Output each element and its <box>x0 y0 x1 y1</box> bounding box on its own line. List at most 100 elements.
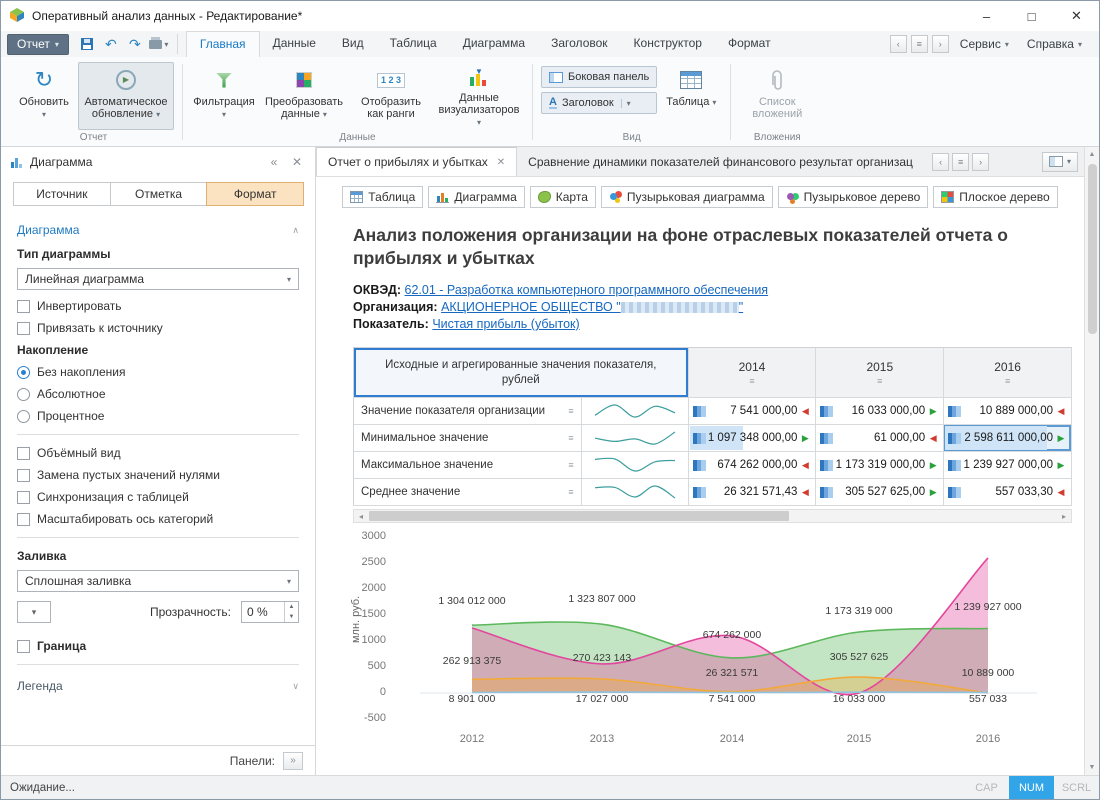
scroll-right-icon[interactable]: ▸ <box>1057 512 1071 521</box>
grid-value-cell[interactable]: 61 000,00◀ <box>816 425 944 452</box>
grid-year-header[interactable]: 2015≡ <box>816 348 944 398</box>
spin-down-icon[interactable]: ▼ <box>285 612 298 622</box>
panels-button[interactable]: » <box>283 752 303 770</box>
scrollbar-thumb[interactable] <box>1088 164 1097 334</box>
grid-value-cell[interactable]: 305 527 625,00▶ <box>816 479 944 506</box>
opacity-spinner[interactable]: 0 % ▲ ▼ <box>241 601 299 623</box>
ribbon-tab[interactable]: Вид <box>329 31 377 57</box>
grid-row-label[interactable]: Максимальное значение≡ <box>354 452 582 479</box>
grid-year-header[interactable]: 2014≡ <box>689 348 817 398</box>
checkbox-row[interactable]: Привязать к источнику <box>17 321 299 335</box>
table-view-button[interactable]: Таблица ▾ <box>660 62 722 130</box>
radio-row[interactable]: Без накопления <box>17 365 299 379</box>
checkbox-row[interactable]: Замена пустых значений нулями <box>17 468 299 482</box>
filter-icon[interactable]: ≡ <box>568 434 573 443</box>
grid-corner-header[interactable]: Исходные и агрегированные значения показ… <box>354 348 689 398</box>
spin-up-icon[interactable]: ▲ <box>285 602 298 612</box>
chevron-down-icon[interactable]: ▾ <box>621 99 631 108</box>
view-button-map[interactable]: Карта <box>530 186 596 208</box>
sidebar-tab[interactable]: Источник <box>13 182 111 206</box>
view-button-bubble-tree[interactable]: Пузырьковое дерево <box>778 186 929 208</box>
transform-data-button[interactable]: Преобразовать данные ▾ <box>260 62 348 130</box>
undo-button[interactable]: ↶ <box>101 34 121 54</box>
checkbox-row[interactable]: Инвертировать <box>17 299 299 313</box>
ribbon-tab[interactable]: Конструктор <box>621 31 715 57</box>
tab-scroll-left-button[interactable]: ‹ <box>932 153 949 171</box>
side-panel-toggle[interactable]: Боковая панель <box>541 66 657 88</box>
checkbox-row[interactable]: Объёмный вид <box>17 446 299 460</box>
horizontal-scrollbar[interactable]: ◂ ▸ <box>353 509 1072 523</box>
grid-value-cell[interactable]: 674 262 000,00◀ <box>689 452 817 479</box>
grid-value-cell[interactable]: 1 173 319 000,00▶ <box>816 452 944 479</box>
sidebar-tab[interactable]: Отметка <box>110 182 208 206</box>
tab-list-button[interactable]: ≡ <box>952 153 969 171</box>
sidebar-tab[interactable]: Формат <box>206 182 304 206</box>
grid-value-cell[interactable]: 26 321 571,43◀ <box>689 479 817 506</box>
document-tab[interactable]: Сравнение динамики показателей финансово… <box>517 147 924 176</box>
view-button-treemap[interactable]: Плоское дерево <box>933 186 1057 208</box>
border-checkbox-row[interactable]: Граница <box>17 639 299 653</box>
report-menu-button[interactable]: Отчет▾ <box>7 34 69 55</box>
scrollbar-thumb[interactable] <box>369 511 789 521</box>
filter-icon[interactable]: ≡ <box>1005 377 1010 386</box>
grid-value-cell[interactable]: 16 033 000,00▶ <box>816 398 944 425</box>
tab-scroll-right-button[interactable]: › <box>972 153 989 171</box>
grid-value-cell[interactable]: 1 097 348 000,00▶ <box>689 425 817 452</box>
close-icon[interactable]: ✕ <box>497 157 505 168</box>
grid-row-label[interactable]: Значение показателя организации≡ <box>354 398 582 425</box>
collapse-panel-button[interactable]: « <box>266 155 282 169</box>
grid-value-cell[interactable]: 10 889 000,00◀ <box>944 398 1072 425</box>
radio-row[interactable]: Процентное <box>17 409 299 423</box>
filter-icon[interactable]: ≡ <box>749 377 754 386</box>
filter-button[interactable]: Фильтрация ▾ <box>191 62 257 130</box>
filter-icon[interactable]: ≡ <box>568 461 573 470</box>
refresh-button[interactable]: ↻ Обновить ▾ <box>13 62 75 130</box>
close-button[interactable]: ✕ <box>1054 1 1099 31</box>
visualizer-data-button[interactable]: Данные визуализаторов ▾ <box>434 62 524 130</box>
print-button[interactable]: ▾ <box>149 34 169 54</box>
grid-value-cell[interactable]: 557 033,30◀ <box>944 479 1072 506</box>
grid-year-header[interactable]: 2016≡ <box>944 348 1072 398</box>
grid-value-cell[interactable]: 7 541 000,00◀ <box>689 398 817 425</box>
header-toggle[interactable]: A Заголовок ▾ <box>541 92 657 114</box>
scroll-left-icon[interactable]: ◂ <box>354 512 368 521</box>
scroll-up-icon[interactable]: ▲ <box>1089 147 1096 162</box>
section-chart-header[interactable]: Диаграмма ∧ <box>17 223 299 237</box>
ribbon-tab[interactable]: Таблица <box>377 31 450 57</box>
view-button-table[interactable]: Таблица <box>342 186 423 208</box>
radio-row[interactable]: Абсолютное <box>17 387 299 401</box>
ribbon-tab[interactable]: Главная <box>186 31 260 57</box>
vertical-scrollbar[interactable]: ▲ ▼ <box>1084 147 1099 775</box>
filter-icon[interactable]: ≡ <box>568 407 573 416</box>
minimize-button[interactable]: – <box>964 1 1009 31</box>
view-button-bubble-chart[interactable]: Пузырьковая диаграмма <box>601 186 773 208</box>
close-panel-button[interactable]: ✕ <box>289 155 305 169</box>
org-link[interactable]: АКЦИОНЕРНОЕ ОБЩЕСТВО "" <box>441 300 743 314</box>
grid-row-label[interactable]: Минимальное значение≡ <box>354 425 582 452</box>
help-menu[interactable]: Справка▾ <box>1020 37 1089 51</box>
okved-link[interactable]: 62.01 - Разработка компьютерного програм… <box>405 283 769 297</box>
chart-type-select[interactable]: Линейная диаграмма ▾ <box>17 268 299 290</box>
maximize-button[interactable]: □ <box>1009 1 1054 31</box>
ribbon-tab[interactable]: Формат <box>715 31 784 57</box>
scroll-right-button[interactable]: › <box>932 35 949 53</box>
grid-value-cell[interactable]: 1 239 927 000,00▶ <box>944 452 1072 479</box>
grid-row-label[interactable]: Среднее значение≡ <box>354 479 582 506</box>
layout-selector-button[interactable]: ▾ <box>1042 152 1078 172</box>
auto-refresh-button[interactable]: ▶ Автоматическое обновление ▾ <box>78 62 174 130</box>
indicator-link[interactable]: Чистая прибыль (убыток) <box>432 317 579 331</box>
checkbox-row[interactable]: Синхронизация с таблицей <box>17 490 299 504</box>
filter-icon[interactable]: ≡ <box>877 377 882 386</box>
ribbon-tab[interactable]: Заголовок <box>538 31 620 57</box>
grid-value-cell[interactable]: 2 598 611 000,00▶ <box>944 425 1072 452</box>
save-button[interactable] <box>77 34 97 54</box>
scroll-down-icon[interactable]: ▼ <box>1089 760 1096 775</box>
show-as-ranks-button[interactable]: 1 2 3 Отобразить как ранги <box>351 62 431 130</box>
ribbon-tab[interactable]: Диаграмма <box>450 31 538 57</box>
checkbox-row[interactable]: Масштабировать ось категорий <box>17 512 299 526</box>
filter-icon[interactable]: ≡ <box>568 488 573 497</box>
ribbon-tab[interactable]: Данные <box>260 31 329 57</box>
view-button-chart[interactable]: Диаграмма <box>428 186 524 208</box>
service-menu[interactable]: Сервис▾ <box>953 37 1016 51</box>
redo-button[interactable]: ↷ <box>125 34 145 54</box>
